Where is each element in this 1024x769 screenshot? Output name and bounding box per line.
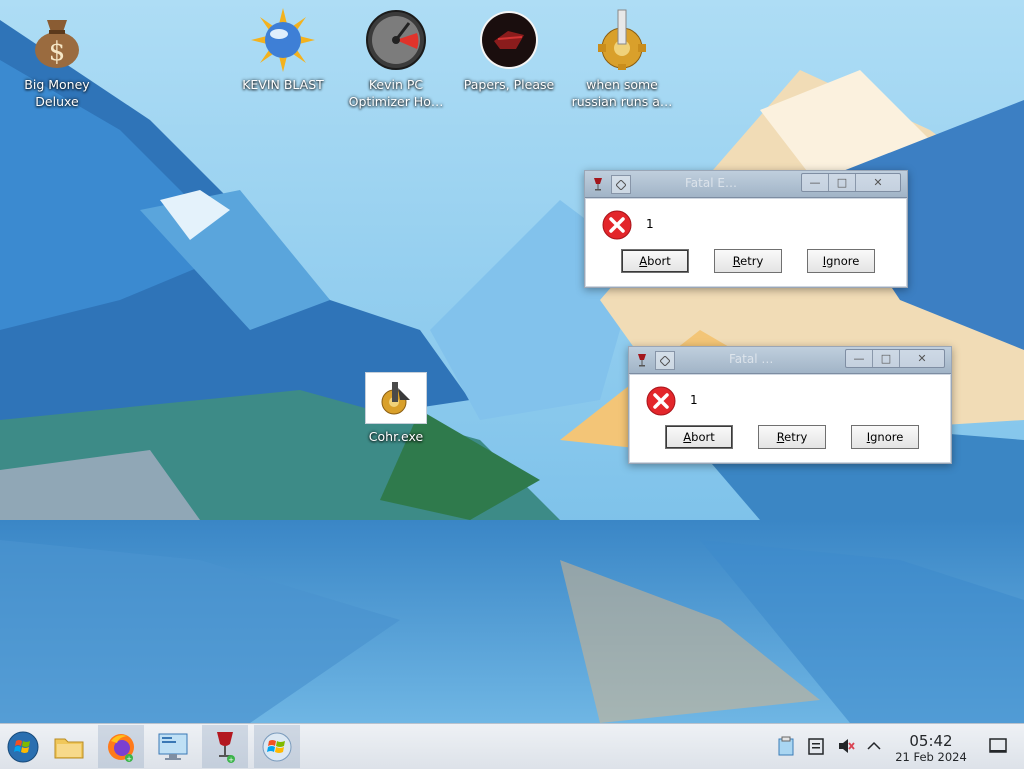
desktop-icon-label: when some russian runs a… xyxy=(571,77,673,109)
error-dialog[interactable]: Fatal E… — □ ✕ 1 Abort Retry Ignore xyxy=(584,170,908,288)
desktop-icon-label: Big Money Deluxe xyxy=(24,77,90,109)
retry-button-label: Retry xyxy=(732,254,764,268)
show-desktop-icon xyxy=(989,738,1007,753)
tray-show-hidden[interactable] xyxy=(864,736,884,756)
tray-volume[interactable] xyxy=(836,736,856,756)
ignore-button[interactable]: Ignore xyxy=(851,425,919,449)
dialog-titlebar[interactable]: Fatal E… — □ ✕ xyxy=(585,171,907,198)
error-icon xyxy=(646,386,676,416)
error-icon xyxy=(602,210,632,240)
taskbar-remote-desktop[interactable] xyxy=(150,725,196,768)
taskbar-file-manager[interactable] xyxy=(46,725,92,768)
firefox-icon: + xyxy=(108,733,134,763)
desktop-icon-label: KEVIN BLAST xyxy=(242,77,324,92)
tray-clipboard[interactable] xyxy=(776,736,796,756)
gear-install-icon xyxy=(598,9,646,70)
retry-button[interactable]: Retry xyxy=(714,249,782,273)
keep-above-button[interactable] xyxy=(611,175,631,194)
svg-text:$: $ xyxy=(49,37,66,67)
desktop-icon-big-money-deluxe[interactable]: $ Big Money Deluxe xyxy=(1,8,113,110)
folder-icon xyxy=(54,738,84,758)
ignore-button-label: Ignore xyxy=(822,254,860,268)
dialog-message: 1 xyxy=(690,393,698,407)
wine-glass-icon xyxy=(589,175,607,192)
abort-button-label: Abort xyxy=(639,254,671,268)
tray-notes[interactable] xyxy=(806,736,826,756)
notes-icon xyxy=(808,738,824,755)
keep-above-button[interactable] xyxy=(655,351,675,370)
window-controls: — □ ✕ xyxy=(801,173,901,192)
minimize-button[interactable]: — xyxy=(802,174,829,191)
gear-install-icon xyxy=(381,382,410,415)
svg-text:+: + xyxy=(126,755,132,763)
diamond-icon xyxy=(616,179,626,190)
taskbar-wine[interactable]: + xyxy=(202,725,248,768)
dialog-title: Fatal … xyxy=(729,352,774,366)
clock-time[interactable]: 05:42 xyxy=(888,732,974,750)
dialog-title: Fatal E… xyxy=(685,176,737,190)
svg-text:+: + xyxy=(228,756,234,764)
desktop-icon-label: Papers, Please xyxy=(463,77,555,92)
dialog-message: 1 xyxy=(646,217,654,231)
desktop-icon-label: Cohr.exe xyxy=(368,429,424,444)
ignore-button-label: Ignore xyxy=(866,430,904,444)
wine-glass-icon xyxy=(633,351,651,368)
minimize-icon: — xyxy=(809,176,821,189)
retry-button-label: Retry xyxy=(776,430,808,444)
start-button[interactable] xyxy=(0,725,46,768)
desktop-icon-kevin-blast[interactable]: KEVIN BLAST xyxy=(227,8,339,93)
taskbar: + + 05:42 21 Feb 2024 xyxy=(0,723,1024,769)
desktop-icon-label: Kevin PC Optimizer Ho… xyxy=(348,77,444,109)
desktop-icon-russian-runs[interactable]: when some russian runs a… xyxy=(566,8,678,110)
clipboard-icon xyxy=(778,736,794,756)
chevron-up-icon xyxy=(867,741,881,750)
dialog-body: 1 Abort Retry Ignore xyxy=(629,374,951,463)
diamond-icon xyxy=(660,355,670,366)
abort-button-label: Abort xyxy=(683,430,715,444)
desktop-icon-kevin-pc-optimizer[interactable]: Kevin PC Optimizer Ho… xyxy=(340,8,452,110)
abort-button[interactable]: Abort xyxy=(621,249,689,273)
minimize-button[interactable]: — xyxy=(846,350,873,367)
desktop-icon-papers-please[interactable]: Papers, Please xyxy=(453,8,565,93)
maximize-icon: □ xyxy=(836,176,848,189)
clock-date[interactable]: 21 Feb 2024 xyxy=(888,750,974,764)
maximize-icon: □ xyxy=(880,352,892,365)
abort-button[interactable]: Abort xyxy=(665,425,733,449)
ignore-button[interactable]: Ignore xyxy=(807,249,875,273)
volume-muted-icon xyxy=(839,739,855,753)
window-controls: — □ ✕ xyxy=(845,349,945,368)
retry-button[interactable]: Retry xyxy=(758,425,826,449)
desktop: $ Big Money Deluxe KEVIN BLAST Kevin PC … xyxy=(0,0,1024,723)
show-desktop-button[interactable] xyxy=(988,736,1008,756)
close-icon: ✕ xyxy=(917,352,927,365)
money-bag-icon: $ xyxy=(35,20,79,68)
windows-logo-icon xyxy=(262,732,292,761)
sun-globe-icon xyxy=(251,8,315,72)
maximize-button[interactable]: □ xyxy=(873,350,900,367)
windows-start-orb-icon xyxy=(7,731,39,762)
dialog-titlebar[interactable]: Fatal … — □ ✕ xyxy=(629,347,951,374)
minimize-icon: — xyxy=(853,352,865,365)
monitor-icon xyxy=(158,733,188,760)
close-icon: ✕ xyxy=(873,176,883,189)
taskbar-firefox[interactable]: + xyxy=(98,725,144,768)
papers-please-icon xyxy=(480,11,538,69)
desktop-icon-cohr-exe[interactable]: Cohr.exe xyxy=(340,372,452,445)
taskbar-windows[interactable] xyxy=(254,725,300,768)
wine-glass-icon: + xyxy=(217,731,235,764)
close-button[interactable]: ✕ xyxy=(856,174,900,191)
maximize-button[interactable]: □ xyxy=(829,174,856,191)
dialog-body: 1 Abort Retry Ignore xyxy=(585,198,907,287)
error-dialog[interactable]: Fatal … — □ ✕ 1 Abort Retry Ignore xyxy=(628,346,952,464)
speedometer-icon xyxy=(366,10,426,70)
close-button[interactable]: ✕ xyxy=(900,350,944,367)
